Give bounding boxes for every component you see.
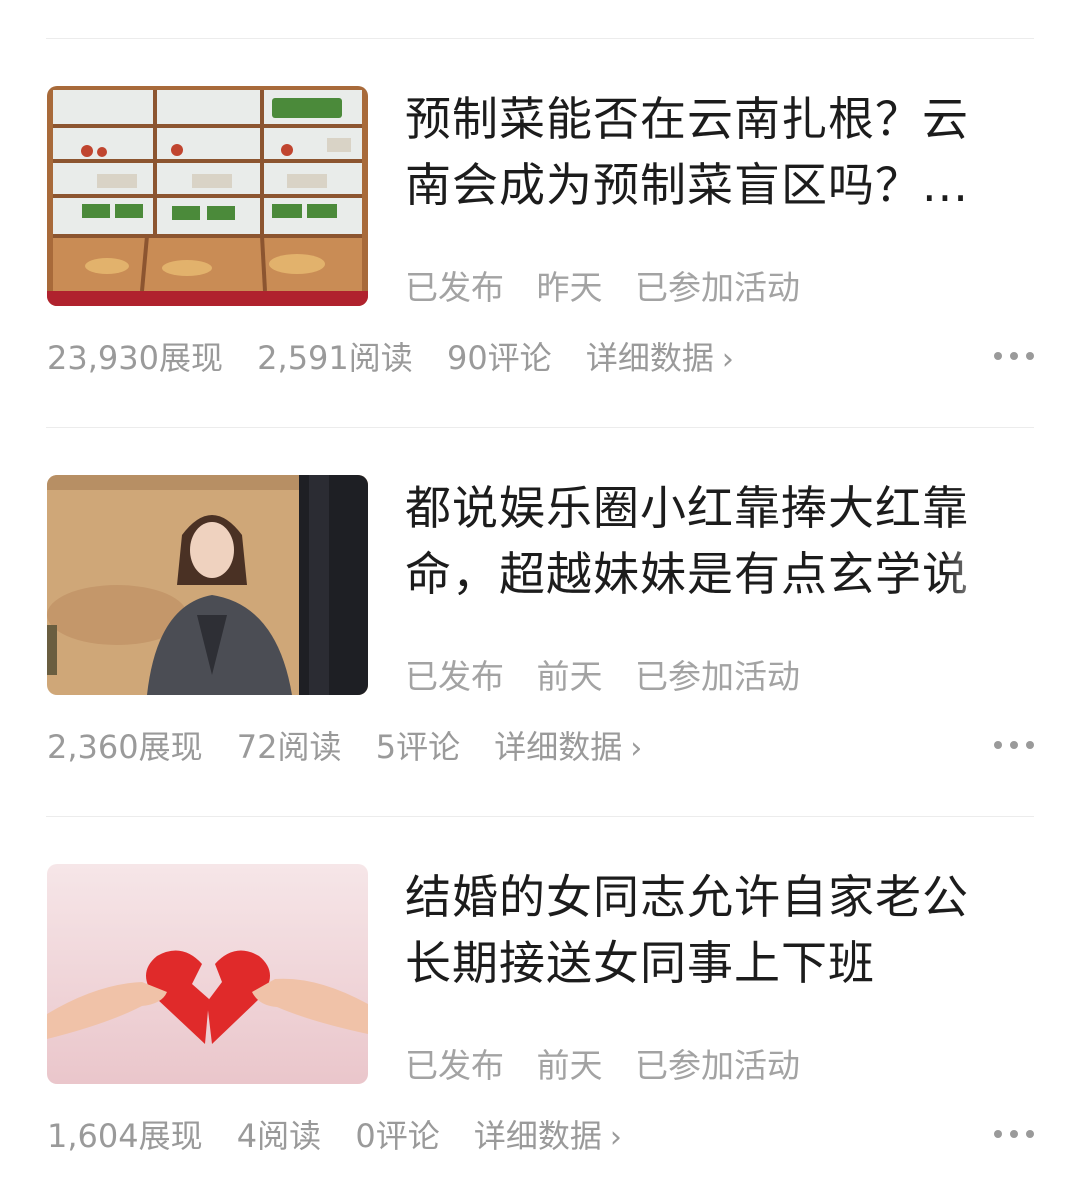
food-display-cabinet-image bbox=[47, 86, 368, 306]
article-title[interactable]: 预制菜能否在云南扎根？云南会成为预制菜盲区吗？... bbox=[405, 86, 990, 222]
more-options-icon[interactable] bbox=[994, 735, 1034, 755]
publish-time: 昨天 bbox=[536, 268, 603, 307]
article-stats: 23,930展现 2,591阅读 90评论 详细数据 › bbox=[47, 336, 758, 380]
broken-heart-hands-image bbox=[47, 864, 368, 1084]
article-thumbnail[interactable] bbox=[47, 475, 368, 695]
chevron-right-icon: › bbox=[721, 342, 734, 377]
comments-count: 0评论 bbox=[355, 1117, 440, 1155]
article-item[interactable]: 都说娱乐圈小红靠捧大红靠命，超越妹妹是有点玄学说 已发布 前天 已参加活动 2,… bbox=[0, 475, 1080, 805]
item-divider bbox=[46, 427, 1034, 428]
comments-count: 90评论 bbox=[446, 339, 552, 377]
article-title[interactable]: 结婚的女同志允许自家老公长期接送女同事上下班吗？... bbox=[405, 864, 990, 1000]
article-stats: 1,604展现 4阅读 0评论 详细数据 › bbox=[47, 1114, 646, 1158]
detail-data-label: 详细数据 bbox=[494, 728, 623, 766]
views-count: 23,930展现 bbox=[47, 339, 223, 377]
detail-data-label: 详细数据 bbox=[585, 339, 714, 377]
article-item[interactable]: 结婚的女同志允许自家老公长期接送女同事上下班吗？... 已发布 前天 已参加活动… bbox=[0, 864, 1080, 1194]
more-options-icon[interactable] bbox=[994, 1124, 1034, 1144]
reads-count: 2,591阅读 bbox=[257, 339, 413, 377]
article-thumbnail[interactable] bbox=[47, 864, 368, 1084]
detail-data-label: 详细数据 bbox=[473, 1117, 602, 1155]
article-title[interactable]: 都说娱乐圈小红靠捧大红靠命，超越妹妹是有点玄学说 bbox=[405, 475, 1025, 611]
views-count: 2,360展现 bbox=[47, 728, 203, 766]
activity-badge: 已参加活动 bbox=[635, 268, 800, 307]
detail-data-link[interactable]: 详细数据 › bbox=[474, 1117, 622, 1155]
publish-status: 已发布 bbox=[405, 657, 504, 696]
detail-data-link[interactable]: 详细数据 › bbox=[586, 339, 734, 377]
article-item[interactable]: 预制菜能否在云南扎根？云南会成为预制菜盲区吗？... 已发布 昨天 已参加活动 … bbox=[0, 86, 1080, 416]
chevron-right-icon: › bbox=[609, 1120, 622, 1155]
more-options-icon[interactable] bbox=[994, 346, 1034, 366]
activity-badge: 已参加活动 bbox=[635, 657, 800, 696]
detail-data-link[interactable]: 详细数据 › bbox=[494, 728, 642, 766]
publish-time: 前天 bbox=[536, 1046, 603, 1085]
reads-count: 4阅读 bbox=[236, 1117, 322, 1155]
top-divider bbox=[46, 38, 1034, 39]
chevron-right-icon: › bbox=[630, 731, 643, 766]
article-meta: 已发布 前天 已参加活动 bbox=[405, 655, 822, 699]
activity-badge: 已参加活动 bbox=[635, 1046, 800, 1085]
title-fade-overlay bbox=[944, 541, 1034, 611]
girl-in-desert-image bbox=[47, 475, 368, 695]
reads-count: 72阅读 bbox=[236, 728, 342, 766]
publish-status: 已发布 bbox=[405, 268, 504, 307]
article-meta: 已发布 昨天 已参加活动 bbox=[405, 266, 822, 310]
views-count: 1,604展现 bbox=[47, 1117, 203, 1155]
publish-status: 已发布 bbox=[405, 1046, 504, 1085]
publish-time: 前天 bbox=[536, 657, 603, 696]
article-meta: 已发布 前天 已参加活动 bbox=[405, 1044, 822, 1088]
comments-count: 5评论 bbox=[375, 728, 461, 766]
article-thumbnail[interactable] bbox=[47, 86, 368, 306]
item-divider bbox=[46, 816, 1034, 817]
article-stats: 2,360展现 72阅读 5评论 详细数据 › bbox=[47, 725, 666, 769]
